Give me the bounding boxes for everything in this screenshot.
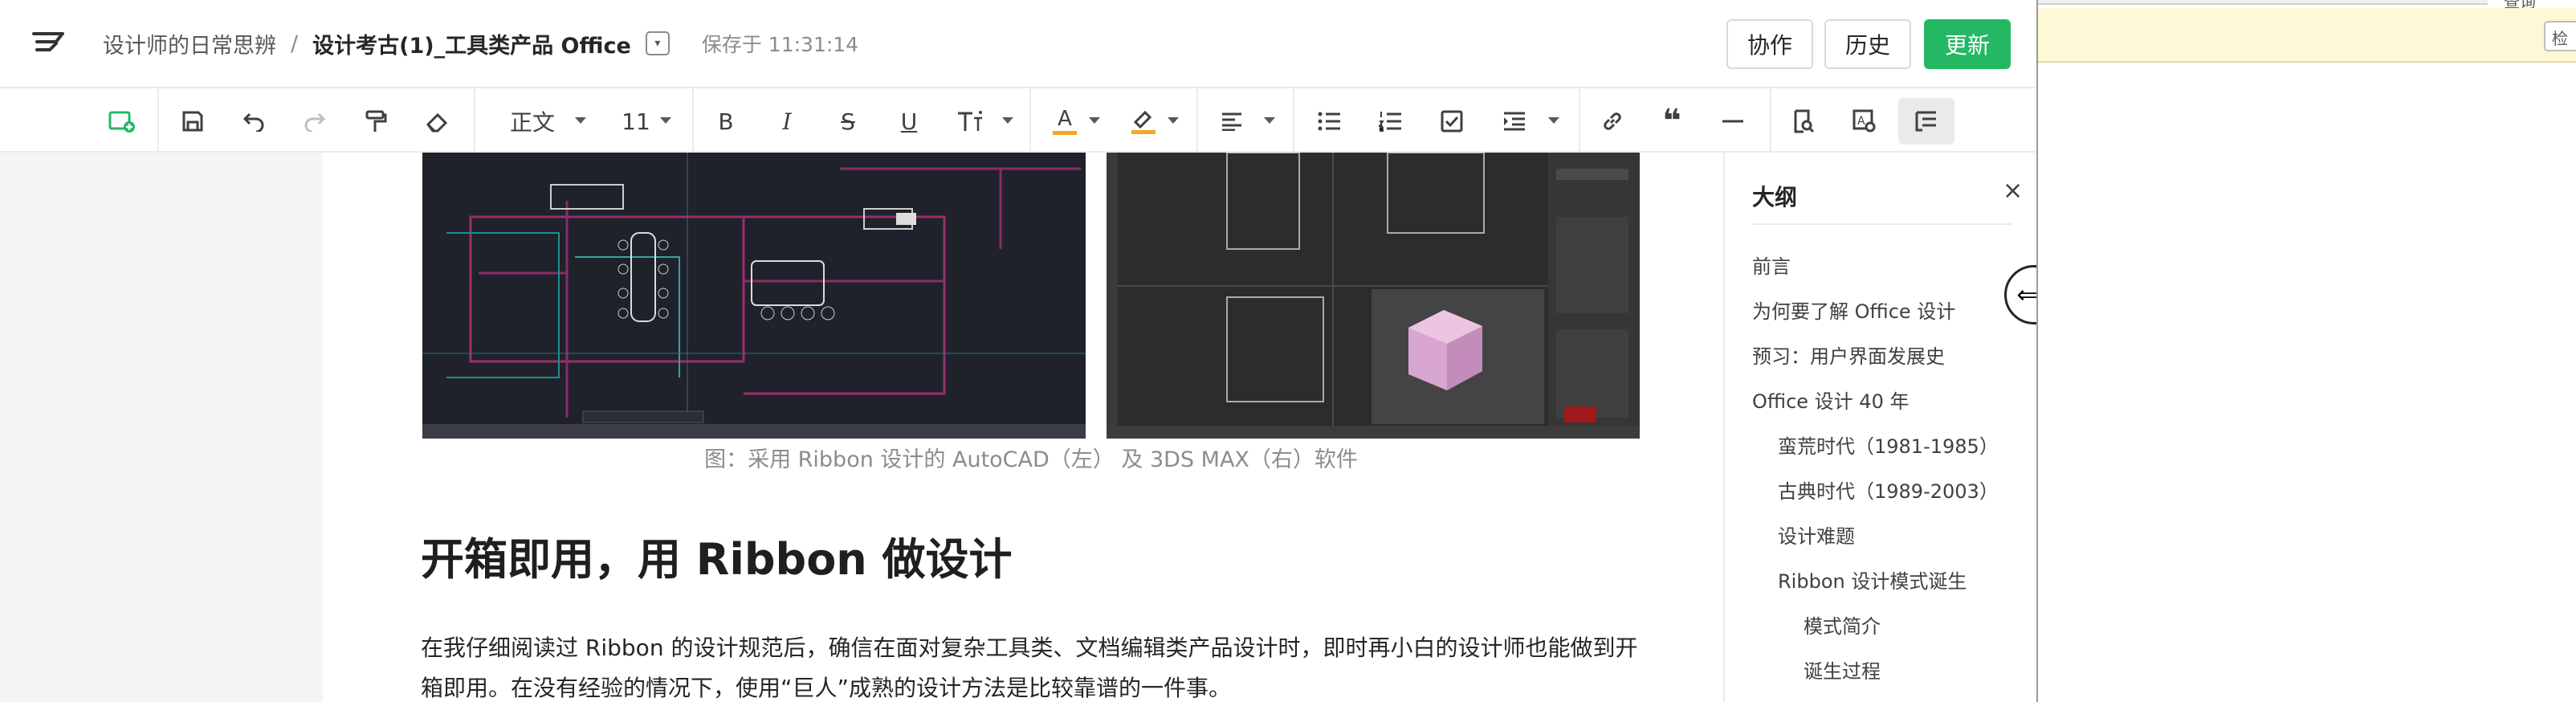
- toolbar-divider: [157, 88, 159, 153]
- paragraph-style-select[interactable]: 正文: [496, 103, 569, 140]
- underline-icon[interactable]: U: [893, 103, 925, 140]
- image-caption: 图：采用 Ribbon 设计的 AutoCAD（左） 及 3DS MAX（右）软…: [704, 447, 1358, 472]
- history-button[interactable]: 历史: [1824, 19, 1911, 69]
- link-icon[interactable]: [1596, 103, 1628, 140]
- outline-item[interactable]: Office 设计 40 年: [1752, 386, 1909, 414]
- save-icon[interactable]: [177, 103, 209, 140]
- adjacent-query-button[interactable]: 查询: [2504, 0, 2576, 11]
- redo-icon[interactable]: [299, 103, 331, 140]
- document-title[interactable]: 设计考古(1)_工具类产品 Office: [312, 28, 631, 59]
- outline-icon[interactable]: [1898, 98, 1954, 145]
- outline-item[interactable]: Ribbon 设计模式诞生: [1778, 565, 1967, 594]
- 3dsmax-screenshot-image: [1107, 153, 1640, 439]
- highlight-color-bar: [1131, 129, 1156, 134]
- outline-divider: [1752, 223, 2012, 225]
- ordered-list-icon[interactable]: [1375, 103, 1407, 140]
- outline-item[interactable]: 为何要了解 Office 设计: [1752, 296, 1955, 324]
- quote-icon[interactable]: ❝: [1656, 103, 1688, 140]
- font-color-glyph: A: [1058, 106, 1072, 131]
- eraser-icon[interactable]: [421, 103, 453, 140]
- toolbar-divider: [1579, 88, 1580, 153]
- update-button[interactable]: 更新: [1924, 19, 2011, 69]
- outline-item[interactable]: 诞生过程: [1804, 655, 1881, 684]
- app-logo-icon[interactable]: [32, 29, 67, 58]
- editor-content: 图：采用 Ribbon 设计的 AutoCAD（左） 及 3DS MAX（右）软…: [0, 153, 2036, 702]
- breadcrumb: 设计师的日常思辨 / 设计考古(1)_工具类产品 Office ▾ 保存于 11…: [103, 24, 858, 63]
- toolbar-divider: [474, 88, 475, 153]
- toolbar-divider: [1196, 88, 1198, 153]
- bold-icon[interactable]: B: [710, 103, 742, 140]
- chevron-down-icon[interactable]: [1548, 117, 1559, 124]
- outline-item[interactable]: 模式简介: [1804, 610, 1881, 639]
- chevron-down-icon[interactable]: [1264, 117, 1275, 124]
- toolbar-divider: [1029, 88, 1031, 153]
- outline-item[interactable]: 古典时代（1989-2003）: [1778, 475, 1999, 504]
- chevron-down-icon[interactable]: [575, 117, 586, 124]
- chevron-down-icon[interactable]: [660, 117, 671, 124]
- undo-icon[interactable]: [238, 103, 270, 140]
- font-color-bar: [1053, 130, 1077, 135]
- adjacent-window: 查询 检: [2036, 0, 2576, 702]
- strikethrough-icon[interactable]: S: [832, 103, 864, 140]
- title-dropdown-icon[interactable]: ▾: [645, 31, 670, 55]
- bullet-list-icon[interactable]: [1314, 103, 1346, 140]
- close-icon[interactable]: ×: [2003, 177, 2023, 205]
- font-size-value: 11: [622, 108, 650, 135]
- font-size-select[interactable]: 11: [612, 103, 660, 140]
- text-size-icon[interactable]: [954, 103, 986, 140]
- outline-item[interactable]: 前言: [1752, 251, 1791, 279]
- adjacent-check-button[interactable]: 检: [2544, 21, 2576, 51]
- insert-doc-icon[interactable]: [106, 103, 138, 140]
- header-bar: 设计师的日常思辨 / 设计考古(1)_工具类产品 Office ▾ 保存于 11…: [0, 0, 2036, 87]
- collaborate-button[interactable]: 协作: [1726, 19, 1813, 69]
- format-painter-icon[interactable]: [360, 103, 392, 140]
- indent-icon[interactable]: [1498, 103, 1531, 140]
- bold-glyph: B: [718, 108, 734, 135]
- toolbar-divider: [1293, 88, 1294, 153]
- divider-icon[interactable]: [1717, 103, 1749, 140]
- chevron-down-icon[interactable]: [1089, 117, 1100, 124]
- paragraph-style-value: 正文: [509, 109, 555, 136]
- toolbar-divider: [692, 88, 694, 153]
- italic-glyph: I: [782, 108, 792, 135]
- outline-item[interactable]: 设计难题: [1778, 520, 1855, 549]
- breadcrumb-separator: /: [291, 31, 299, 56]
- adjacent-input-field[interactable]: [2038, 0, 2488, 5]
- find-replace-icon[interactable]: A: [1848, 103, 1881, 140]
- quote-glyph: ❝: [1662, 103, 1681, 140]
- underline-glyph: U: [900, 108, 918, 135]
- autocad-screenshot-image: [422, 153, 1086, 439]
- save-status: 保存于 11:31:14: [701, 33, 859, 56]
- outline-title: 大纲: [1752, 184, 1798, 210]
- find-icon[interactable]: [1787, 103, 1820, 140]
- outline-panel: 大纲 × 前言 为何要了解 Office 设计 预习：用户界面发展史 Offic…: [1723, 153, 2036, 702]
- italic-icon[interactable]: I: [771, 103, 803, 140]
- adjacent-notice-bar: [2038, 8, 2576, 63]
- editor-window: 设计师的日常思辨 / 设计考古(1)_工具类产品 Office ▾ 保存于 11…: [0, 0, 2036, 702]
- svg-text:A: A: [1857, 115, 1865, 128]
- body-paragraph: 在我仔细阅读过 Ribbon 的设计规范后，确信在面对复杂工具类、文档编辑类产品…: [421, 635, 1638, 701]
- outline-item[interactable]: 蛮荒时代（1981-1985）: [1778, 431, 1999, 459]
- toolbar-divider: [1770, 88, 1771, 153]
- formatting-toolbar: 正文 11 B I S U A ❝ A: [0, 87, 2036, 153]
- chevron-down-icon[interactable]: [1002, 117, 1013, 124]
- document-page[interactable]: 图：采用 Ribbon 设计的 AutoCAD（左） 及 3DS MAX（右）软…: [323, 153, 1723, 702]
- font-color-icon[interactable]: A: [1049, 103, 1081, 140]
- section-heading: 开箱即用，用 Ribbon 做设计: [421, 534, 1013, 585]
- align-icon[interactable]: [1216, 103, 1248, 140]
- chevron-down-icon[interactable]: [1168, 117, 1179, 124]
- outline-item[interactable]: 预习：用户界面发展史: [1752, 341, 1945, 369]
- checklist-icon[interactable]: [1436, 103, 1468, 140]
- strike-glyph: S: [841, 108, 855, 135]
- highlight-icon[interactable]: [1127, 103, 1160, 140]
- breadcrumb-space-link[interactable]: 设计师的日常思辨: [103, 28, 276, 59]
